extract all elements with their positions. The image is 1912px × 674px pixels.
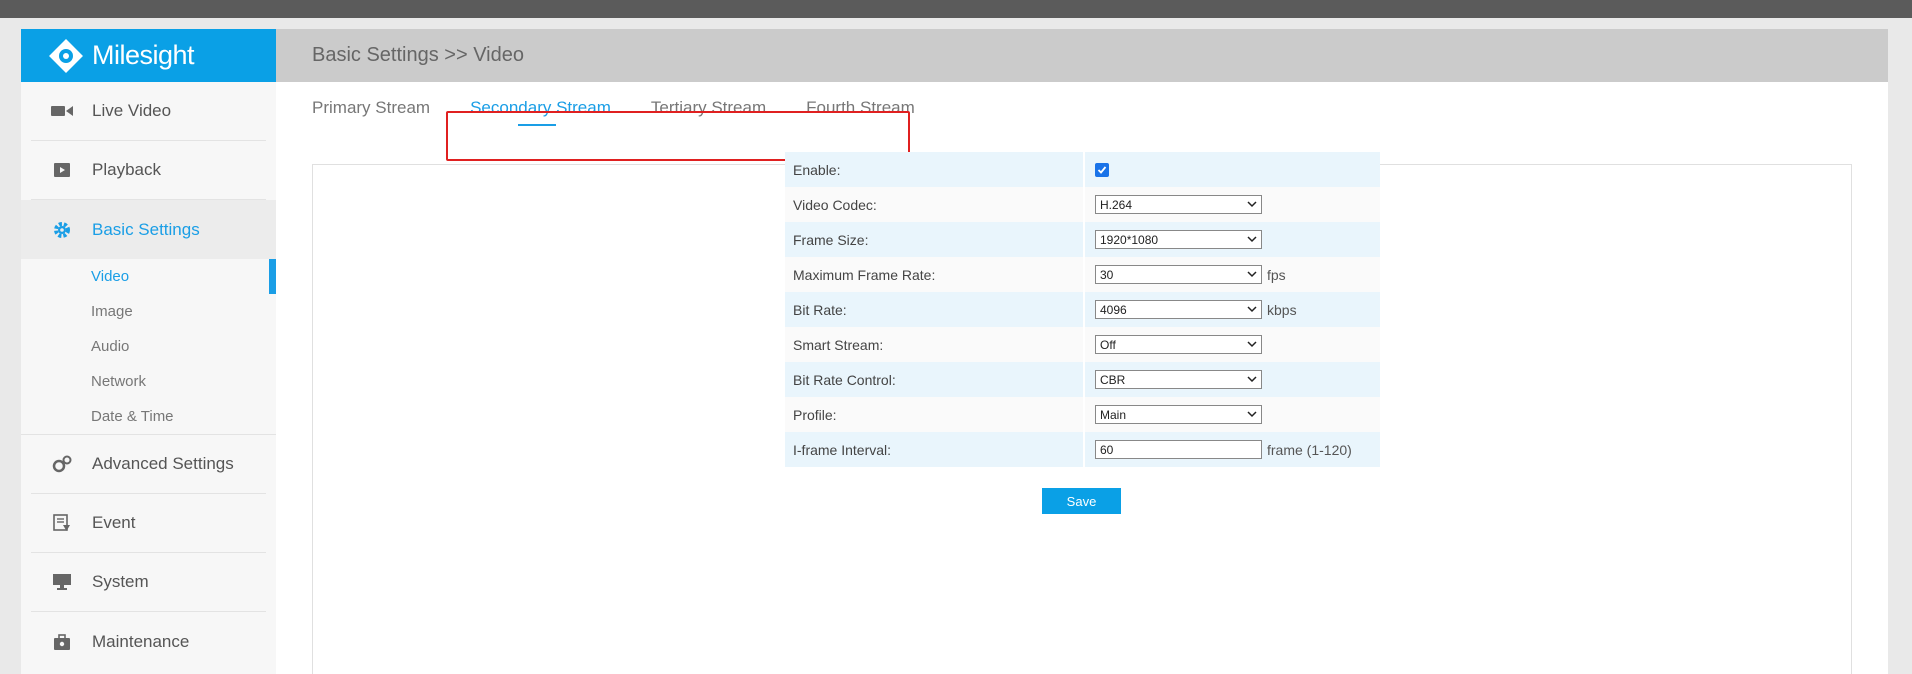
save-button[interactable]: Save <box>1042 488 1121 514</box>
gears-icon <box>51 453 73 475</box>
enable-checkbox[interactable] <box>1095 162 1109 177</box>
sidebar-subitem-audio[interactable]: Audio <box>21 329 276 364</box>
bit-rate-label: Bit Rate: <box>785 292 1083 327</box>
form-row-enable: Enable: <box>785 152 1380 187</box>
smart-stream-label: Smart Stream: <box>785 327 1083 362</box>
bit-rate-control-value: CBR <box>1100 372 1126 387</box>
sidebar-item-label: Playback <box>92 160 161 179</box>
form-row-frame-size: Frame Size: 1920*1080 <box>785 222 1380 257</box>
monitor-icon <box>51 571 73 593</box>
window-top-bar <box>0 0 1912 18</box>
sidebar-item-basic-settings[interactable]: Basic Settings <box>21 200 276 259</box>
sidebar-item-label: Advanced Settings <box>92 454 234 473</box>
chevron-down-icon <box>1247 201 1257 208</box>
chevron-down-icon <box>1247 236 1257 243</box>
smart-stream-value: Off <box>1100 337 1116 352</box>
frame-size-select[interactable]: 1920*1080 <box>1095 230 1262 249</box>
sidebar-subitem-image[interactable]: Image <box>21 294 276 329</box>
brand-name: Milesight <box>92 40 195 70</box>
profile-select[interactable]: Main <box>1095 405 1262 424</box>
max-frame-rate-unit: fps <box>1267 266 1286 283</box>
codec-select[interactable]: H.264 <box>1095 195 1262 214</box>
basic-settings-submenu: Video Image Audio Network Date & Time <box>21 259 276 435</box>
bit-rate-control-select[interactable]: CBR <box>1095 370 1262 389</box>
sidebar-item-playback[interactable]: Playback <box>31 141 266 200</box>
form-row-iframe-interval: I-frame Interval: 60 frame (1-120) <box>785 432 1380 467</box>
event-icon <box>51 512 73 534</box>
iframe-interval-input[interactable]: 60 <box>1095 440 1262 459</box>
bit-rate-value: 4096 <box>1100 302 1127 317</box>
form-row-codec: Video Codec: H.264 <box>785 187 1380 222</box>
logo: Milesight <box>21 29 276 82</box>
profile-label: Profile: <box>785 397 1083 432</box>
codec-label: Video Codec: <box>785 187 1083 222</box>
tab-primary-stream[interactable]: Primary Stream <box>312 98 430 118</box>
form-row-bit-rate-control: Bit Rate Control: CBR <box>785 362 1380 397</box>
sidebar-subitem-network[interactable]: Network <box>21 364 276 399</box>
chevron-down-icon <box>1247 341 1257 348</box>
codec-value: H.264 <box>1100 197 1133 212</box>
video-camera-icon <box>51 100 73 122</box>
smart-stream-select[interactable]: Off <box>1095 335 1262 354</box>
gear-icon <box>51 219 73 241</box>
chevron-down-icon <box>1247 376 1257 383</box>
video-settings-form: Enable: Video Codec: H.264 Frame Size: 1… <box>785 152 1380 467</box>
form-row-smart-stream: Smart Stream: Off <box>785 327 1380 362</box>
bit-rate-control-label: Bit Rate Control: <box>785 362 1083 397</box>
sidebar-item-system[interactable]: System <box>31 553 266 612</box>
form-row-bit-rate: Bit Rate: 4096 kbps <box>785 292 1380 327</box>
iframe-interval-unit: frame (1-120) <box>1267 441 1352 458</box>
sidebar-item-event[interactable]: Event <box>31 494 266 553</box>
max-frame-rate-value: 30 <box>1100 267 1114 282</box>
iframe-interval-label: I-frame Interval: <box>785 432 1083 467</box>
sidebar-item-live-video[interactable]: Live Video <box>31 82 266 141</box>
chevron-down-icon <box>1247 306 1257 313</box>
sidebar-item-label: Event <box>92 513 136 532</box>
play-icon <box>51 159 73 181</box>
max-frame-rate-select[interactable]: 30 <box>1095 265 1262 284</box>
sidebar-item-maintenance[interactable]: Maintenance <box>31 612 266 671</box>
sidebar-item-label: System <box>92 572 149 591</box>
sidebar-subitem-video[interactable]: Video <box>21 259 276 294</box>
sidebar-subitem-date-time[interactable]: Date & Time <box>21 399 276 434</box>
frame-size-label: Frame Size: <box>785 222 1083 257</box>
chevron-down-icon <box>1247 411 1257 418</box>
breadcrumb: Basic Settings >> Video <box>276 29 1888 82</box>
frame-size-value: 1920*1080 <box>1100 232 1159 247</box>
sidebar-item-label: Maintenance <box>92 631 190 651</box>
profile-value: Main <box>1100 407 1127 422</box>
chevron-down-icon <box>1247 271 1257 278</box>
toolbox-icon <box>51 631 73 653</box>
sidebar-item-advanced-settings[interactable]: Advanced Settings <box>31 435 266 494</box>
form-row-max-frame-rate: Maximum Frame Rate: 30 fps <box>785 257 1380 292</box>
max-frame-rate-label: Maximum Frame Rate: <box>785 257 1083 292</box>
form-row-profile: Profile: Main <box>785 397 1380 432</box>
sidebar-item-label: Basic Settings <box>92 219 200 239</box>
sidebar: Milesight Live Video Playback Basic Sett… <box>21 29 276 674</box>
bit-rate-unit: kbps <box>1267 301 1297 318</box>
enable-label: Enable: <box>785 152 1083 187</box>
sidebar-item-label: Live Video <box>92 101 172 120</box>
bit-rate-select[interactable]: 4096 <box>1095 300 1262 319</box>
milesight-logo-icon <box>46 36 86 76</box>
